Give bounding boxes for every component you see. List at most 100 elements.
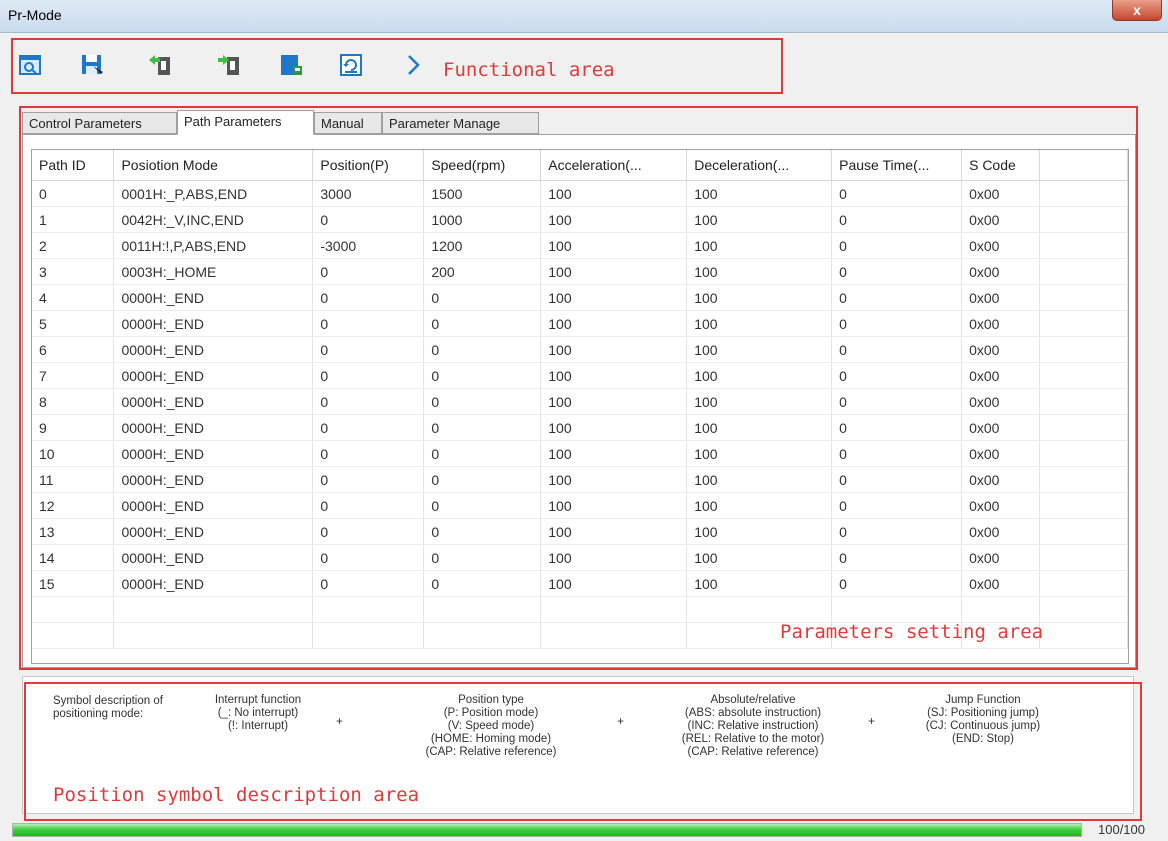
table-cell[interactable]: 0x00	[961, 284, 1041, 311]
table-cell[interactable]	[32, 622, 115, 649]
table-cell[interactable]: 0	[312, 414, 425, 441]
table-row[interactable]: 8 0000H:_END 0 0 100 100 0 0x00	[32, 388, 1128, 415]
table-cell[interactable]	[961, 596, 1041, 623]
table-cell[interactable]: 0	[312, 570, 425, 597]
expand-icon[interactable]	[400, 52, 426, 78]
table-cell[interactable]: 15	[32, 570, 115, 597]
table-cell[interactable]: 0	[423, 544, 542, 571]
table-cell[interactable]: 0x00	[961, 518, 1041, 545]
table-cell[interactable]	[1039, 622, 1128, 649]
table-cell[interactable]	[312, 596, 425, 623]
table-cell[interactable]	[686, 596, 833, 623]
table-row[interactable]: 14 0000H:_END 0 0 100 100 0 0x00	[32, 544, 1128, 571]
table-cell[interactable]: 0	[312, 310, 425, 337]
table-cell[interactable]: -3000	[312, 232, 425, 259]
table-cell[interactable]: 0	[831, 310, 963, 337]
table-cell[interactable]: 0x00	[961, 440, 1041, 467]
tab-path-parameters[interactable]: Path Parameters	[177, 110, 314, 135]
table-cell[interactable]: 13	[32, 518, 115, 545]
table-cell[interactable]: 100	[686, 258, 833, 285]
table-cell[interactable]: 5	[32, 310, 115, 337]
table-cell[interactable]: 100	[686, 570, 833, 597]
table-cell[interactable]: 0x00	[961, 492, 1041, 519]
table-cell[interactable]: 0x00	[961, 232, 1041, 259]
table-cell[interactable]: 0x00	[961, 466, 1041, 493]
table-cell[interactable]: 0x00	[961, 336, 1041, 363]
table-cell[interactable]: 0000H:_END	[113, 570, 314, 597]
table-cell[interactable]: 100	[686, 284, 833, 311]
table-cell[interactable]: 0	[831, 336, 963, 363]
table-cell[interactable]: 0	[423, 492, 542, 519]
table-cell[interactable]: 100	[686, 440, 833, 467]
table-cell[interactable]: 0000H:_END	[113, 492, 314, 519]
table-row[interactable]: 11 0000H:_END 0 0 100 100 0 0x00	[32, 466, 1128, 493]
table-cell[interactable]: 100	[540, 414, 688, 441]
table-cell[interactable]: 100	[686, 466, 833, 493]
table-cell[interactable]: 0000H:_END	[113, 414, 314, 441]
table-cell[interactable]: 0	[831, 206, 963, 233]
table-cell[interactable]	[32, 596, 115, 623]
table-cell[interactable]: 0003H:_HOME	[113, 258, 314, 285]
table-cell[interactable]: 8	[32, 388, 115, 415]
table-cell[interactable]: 0	[312, 518, 425, 545]
table-cell[interactable]: 0	[831, 232, 963, 259]
table-cell[interactable]: 0	[423, 310, 542, 337]
table-row[interactable]: 5 0000H:_END 0 0 100 100 0 0x00	[32, 310, 1128, 337]
download-icon[interactable]	[216, 52, 242, 78]
table-cell[interactable]: 9	[32, 414, 115, 441]
column-header[interactable]: Position(P)	[312, 150, 425, 181]
table-cell[interactable]: 200	[423, 258, 542, 285]
table-row[interactable]: 10 0000H:_END 0 0 100 100 0 0x00	[32, 440, 1128, 467]
table-cell[interactable]: 100	[686, 518, 833, 545]
table-cell[interactable]: 0	[423, 440, 542, 467]
table-cell[interactable]: 0000H:_END	[113, 388, 314, 415]
table-cell[interactable]: 0	[831, 362, 963, 389]
table-cell[interactable]	[831, 596, 963, 623]
table-cell[interactable]: 10	[32, 440, 115, 467]
table-cell[interactable]: 0000H:_END	[113, 544, 314, 571]
table-row[interactable]: 2 0011H:!,P,ABS,END -3000 1200 100 100 0 0x00	[32, 232, 1128, 259]
column-header[interactable]: Posiotion Mode	[113, 150, 314, 181]
table-cell[interactable]: 0	[831, 492, 963, 519]
table-row[interactable]: 6 0000H:_END 0 0 100 100 0 0x00	[32, 336, 1128, 363]
table-cell[interactable]: 4	[32, 284, 115, 311]
table-cell[interactable]: 0	[423, 284, 542, 311]
table-row[interactable]: 7 0000H:_END 0 0 100 100 0 0x00	[32, 362, 1128, 389]
table-cell[interactable]: 0x00	[961, 544, 1041, 571]
table-cell[interactable]: 0	[831, 518, 963, 545]
table-cell[interactable]: 0000H:_END	[113, 518, 314, 545]
table-cell[interactable]: 0	[423, 518, 542, 545]
table-cell[interactable]: 0	[423, 388, 542, 415]
table-cell[interactable]: 6	[32, 336, 115, 363]
table-cell[interactable]: 12	[32, 492, 115, 519]
table-cell[interactable]	[423, 622, 542, 649]
table-cell[interactable]: 100	[540, 362, 688, 389]
table-cell[interactable]: 100	[686, 180, 833, 207]
table-cell[interactable]: 100	[540, 518, 688, 545]
table-cell[interactable]: 0042H:_V,INC,END	[113, 206, 314, 233]
table-cell[interactable]	[540, 596, 688, 623]
table-cell[interactable]: 0	[312, 206, 425, 233]
table-cell[interactable]: 100	[540, 258, 688, 285]
table-cell[interactable]	[113, 596, 314, 623]
table-cell[interactable]: 0x00	[961, 206, 1041, 233]
table-cell[interactable]: 0000H:_END	[113, 362, 314, 389]
table-cell[interactable]: 100	[686, 232, 833, 259]
table-cell[interactable]: 0	[831, 544, 963, 571]
open-icon[interactable]	[18, 52, 44, 78]
table-cell[interactable]: 0	[312, 466, 425, 493]
table-cell[interactable]: 0	[312, 492, 425, 519]
table-cell[interactable]: 0	[423, 336, 542, 363]
table-cell[interactable]: 100	[686, 336, 833, 363]
table-cell[interactable]: 0001H:_P,ABS,END	[113, 180, 314, 207]
column-header[interactable]: Acceleration(...	[540, 150, 688, 181]
table-cell[interactable]: 0000H:_END	[113, 336, 314, 363]
table-cell[interactable]: 0000H:_END	[113, 310, 314, 337]
table-cell[interactable]	[423, 596, 542, 623]
table-cell[interactable]: 1	[32, 206, 115, 233]
table-cell[interactable]: 0	[831, 570, 963, 597]
table-cell[interactable]: 0	[831, 284, 963, 311]
table-cell[interactable]: 0x00	[961, 414, 1041, 441]
table-cell[interactable]: 0	[831, 440, 963, 467]
table-cell[interactable]: 0	[312, 440, 425, 467]
